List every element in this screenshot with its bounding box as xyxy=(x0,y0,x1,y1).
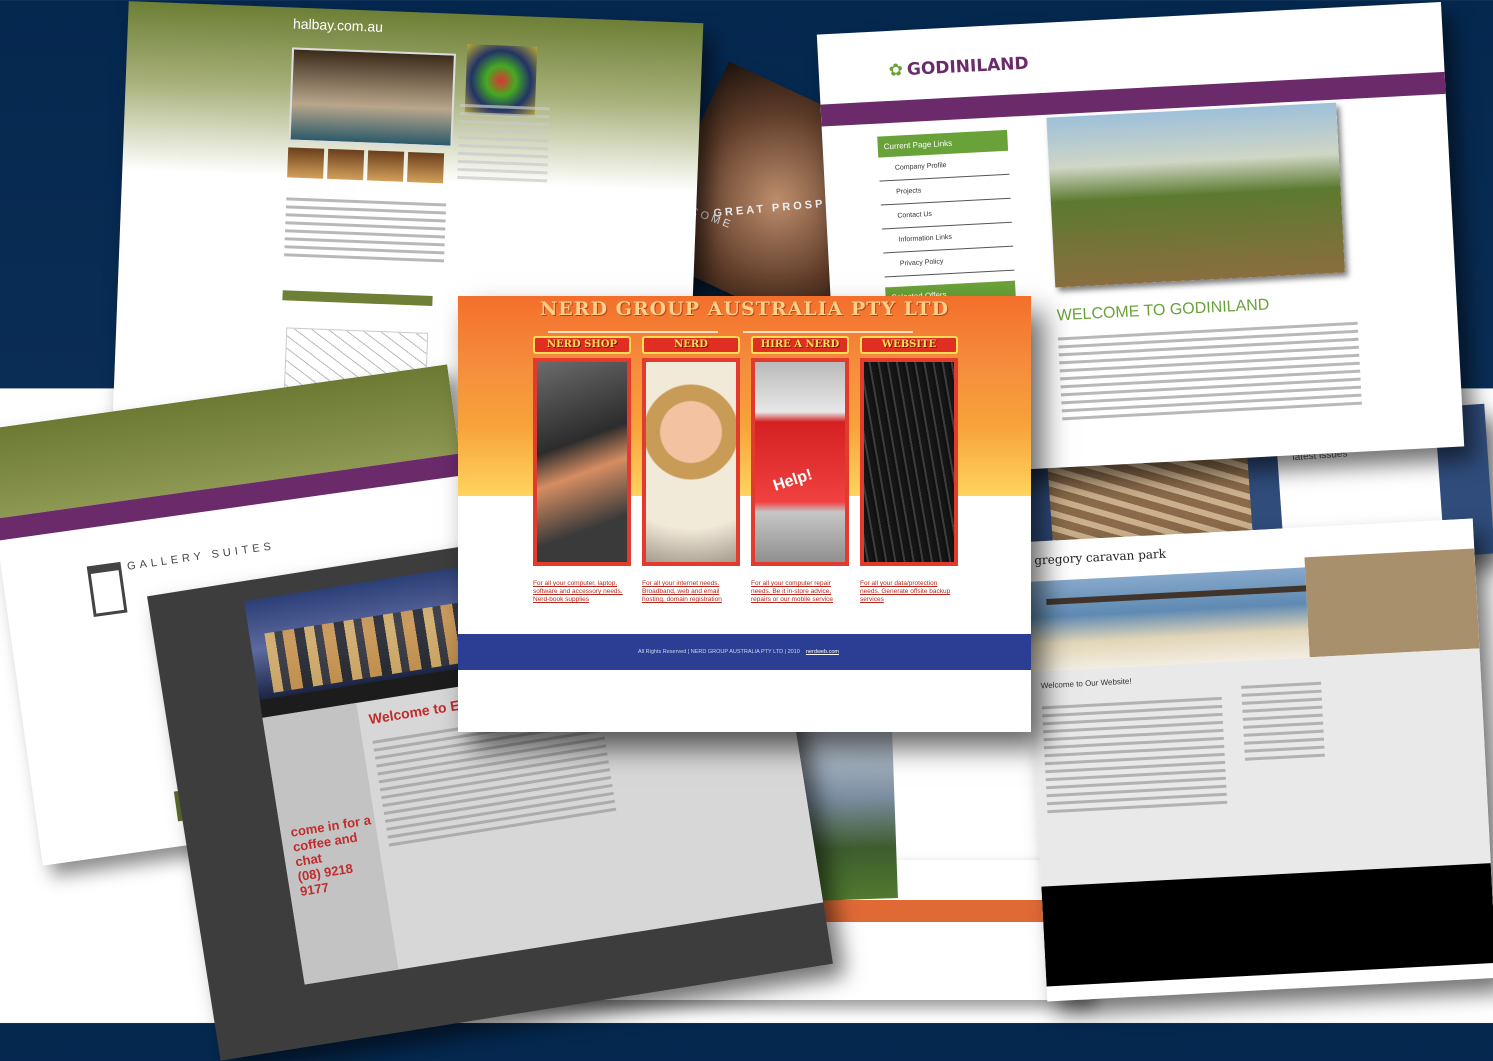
nerd-footer-text: All Rights Reserved | NERD GROUP AUSTRAL… xyxy=(638,649,839,655)
panel-label: WEBSITE xyxy=(860,336,958,354)
nerd-panel-hire: HIRE A NERD Help! For all your computer … xyxy=(751,336,849,604)
caravan-park-website-card: gregory caravan park Welcome to Our Webs… xyxy=(1023,518,1493,1002)
caravan-body-text xyxy=(1041,692,1228,818)
godiniland-body-text xyxy=(1057,317,1362,426)
halbay-body-text xyxy=(284,192,447,267)
caravan-sidebar xyxy=(1241,677,1325,766)
caravan-content: Welcome to Our Website! xyxy=(1030,648,1491,887)
caravan-welcome: Welcome to Our Website! xyxy=(1040,676,1132,691)
halbay-sidebar xyxy=(457,99,550,187)
nerd-panel-web: NERD For all your internet needs. Broadb… xyxy=(642,336,740,604)
girl-with-laptop-photo xyxy=(642,358,740,566)
panel-description: For all your computer repair needs. Be i… xyxy=(751,580,834,603)
godiniland-landscape-photo xyxy=(1046,102,1345,288)
godiniland-welcome-heading: WELCOME TO GODINILAND xyxy=(1056,296,1270,325)
halbay-thumbnail-strip xyxy=(287,147,445,184)
footer-copyright: All Rights Reserved | NERD GROUP AUSTRAL… xyxy=(638,649,800,655)
godiniland-logo: ✿ GODINILAND xyxy=(888,54,1029,81)
panel-label: NERD SHOP xyxy=(533,336,631,354)
panel-label: HIRE A NERD xyxy=(751,336,849,354)
footer-link: nerdweb.com xyxy=(805,649,839,655)
nerd-footer: All Rights Reserved | NERD GROUP AUSTRAL… xyxy=(458,634,1031,670)
server-cables-photo xyxy=(860,358,958,566)
panel-description: For all your internet needs. Broadband, … xyxy=(642,580,722,603)
halbay-hero-photo xyxy=(288,47,456,148)
caravan-beach-photo xyxy=(1025,567,1310,672)
caravan-site-name: gregory caravan park xyxy=(1033,546,1167,568)
leaf-icon: ✿ xyxy=(888,60,904,81)
godiniland-logo-text: GODINILAND xyxy=(906,53,1030,80)
nerd-panels: NERD SHOP For all your computer, laptop,… xyxy=(533,336,958,604)
keyboard-photo xyxy=(533,358,631,566)
panel-label: NERD xyxy=(642,336,740,354)
panel-description: For all your data/protection needs. Gene… xyxy=(860,580,951,603)
gallery-suites-logo: GALLERY SUITES xyxy=(126,540,276,573)
nerd-group-website-card: NERD GROUP AUSTRALIA PTY LTD NERD SHOP F… xyxy=(458,296,1031,732)
halbay-section-bar xyxy=(282,290,433,307)
nerd-panel-website: WEBSITE For all your data/protection nee… xyxy=(860,336,958,604)
nerd-title: NERD GROUP AUSTRALIA PTY LTD xyxy=(539,298,950,320)
godiniland-links-panel: Current Page Links Company Profile Proje… xyxy=(877,129,1017,309)
easel-icon xyxy=(86,561,128,618)
nerd-panel-shop: NERD SHOP For all your computer, laptop,… xyxy=(533,336,631,604)
coffee-welcome: Welcome to E xyxy=(367,696,461,728)
caravan-tan-block xyxy=(1304,548,1480,658)
halbay-title: halbay.com.au xyxy=(292,15,384,35)
panel-description: For all your computer, laptop, software … xyxy=(533,580,623,603)
help-key-text: Help! xyxy=(771,466,815,495)
caravan-nav xyxy=(1194,544,1266,554)
help-key-photo: Help! xyxy=(751,358,849,566)
